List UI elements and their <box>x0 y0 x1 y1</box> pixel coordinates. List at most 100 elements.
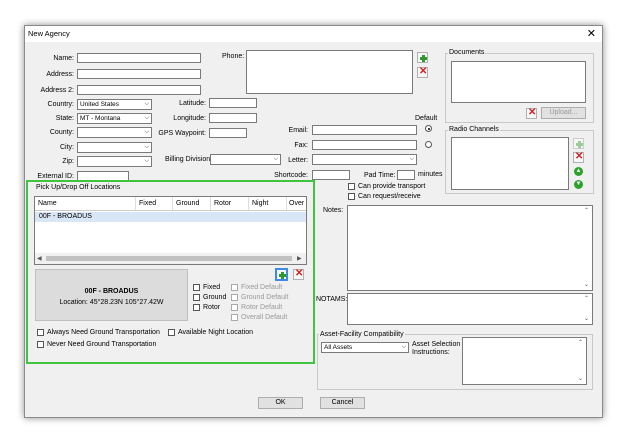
pickup-label: Pick Up/Drop Off Locations <box>36 184 121 191</box>
asset-select[interactable]: All Assets ⌵ <box>321 342 409 353</box>
pad-time-label: Pad Time: <box>364 172 396 179</box>
scroll-down-icon[interactable]: ⌄ <box>584 281 589 288</box>
night-location-checkbox[interactable] <box>168 329 175 336</box>
state-select[interactable]: MT - Montana ⌵ <box>77 113 152 124</box>
fax-input[interactable] <box>312 140 417 150</box>
col-divider <box>135 197 136 210</box>
chevron-down-icon: ⌵ <box>144 101 149 107</box>
notams-textarea[interactable] <box>347 293 593 325</box>
col-ground: Ground <box>176 200 200 207</box>
address2-label: Address 2: <box>40 87 74 94</box>
phone-list[interactable] <box>246 50 413 94</box>
notams-label: NOTAMS: <box>316 296 348 303</box>
gps-waypoint-input[interactable] <box>209 128 247 138</box>
never-ground-label: Never Need Ground Transportation <box>47 341 157 348</box>
latitude-input[interactable] <box>209 98 257 108</box>
scroll-up-icon[interactable]: ⌃ <box>584 295 589 302</box>
col-divider <box>210 197 211 210</box>
remove-phone-button[interactable]: ✕ <box>417 66 428 78</box>
close-icon[interactable]: ✕ <box>587 27 596 40</box>
pickup-table-header: Name Fixed Ground Rotor Night Over <box>35 197 306 211</box>
email-default-radio[interactable] <box>425 125 432 132</box>
pad-time-input[interactable] <box>397 170 415 180</box>
name-label: Name: <box>53 55 74 62</box>
zip-select[interactable]: ⌵ <box>77 156 152 167</box>
radio-channels-label: Radio Channels <box>448 126 500 133</box>
add-location-button[interactable] <box>275 268 288 281</box>
add-radio-channel-button[interactable] <box>573 138 584 149</box>
rotor-default-checkbox[interactable] <box>231 304 238 311</box>
move-up-icon[interactable]: ▲ <box>574 167 583 176</box>
fixed-default-label: Fixed Default <box>241 284 283 291</box>
letter-label: Letter: <box>288 157 308 164</box>
plus-icon <box>420 55 427 62</box>
chevron-down-icon: ⌵ <box>144 144 149 150</box>
row-name: 00F - BROADUS <box>39 213 92 220</box>
letter-select[interactable]: ⌵ <box>312 154 417 165</box>
plus-icon <box>279 272 286 279</box>
country-label: Country: <box>47 101 74 108</box>
ground-default-checkbox[interactable] <box>231 294 238 301</box>
email-input[interactable] <box>312 125 417 135</box>
longitude-input[interactable] <box>209 113 257 123</box>
scroll-down-icon[interactable]: ⌄ <box>584 315 589 322</box>
scroll-left-icon[interactable]: ◀ <box>37 255 42 262</box>
remove-location-button[interactable]: ✕ <box>293 268 304 280</box>
col-divider <box>286 197 287 210</box>
ok-button[interactable]: OK <box>258 397 303 409</box>
can-provide-transport-checkbox[interactable] <box>348 183 355 190</box>
overall-default-checkbox[interactable] <box>231 314 238 321</box>
delete-icon: ✕ <box>575 151 584 162</box>
location-detail-card: 00F - BROADUS Location: 45°28.23N 105°27… <box>35 269 188 321</box>
scroll-up-icon[interactable]: ⌃ <box>578 339 583 346</box>
zip-label: Zip: <box>62 158 74 165</box>
upload-button[interactable]: Upload... <box>541 107 586 119</box>
scroll-right-icon[interactable]: ▶ <box>297 255 302 262</box>
table-row[interactable]: 00F - BROADUS <box>35 212 306 222</box>
county-label: County: <box>49 129 74 136</box>
chevron-down-icon: ⌵ <box>144 115 149 121</box>
always-ground-checkbox[interactable] <box>37 329 44 336</box>
city-select[interactable]: ⌵ <box>77 142 152 153</box>
address-input[interactable] <box>77 69 201 79</box>
country-select[interactable]: United States ⌵ <box>77 99 152 110</box>
documents-list[interactable] <box>451 61 586 103</box>
fixed-checkbox[interactable] <box>193 284 200 291</box>
scrollbar-thumb[interactable] <box>46 256 292 261</box>
county-select[interactable]: ⌵ <box>77 127 152 138</box>
can-request-receive-checkbox[interactable] <box>348 193 355 200</box>
scroll-down-icon[interactable]: ⌄ <box>578 375 583 382</box>
fax-default-radio[interactable] <box>425 141 432 148</box>
phone-label: Phone: <box>222 53 245 60</box>
fixed-default-checkbox[interactable] <box>231 284 238 291</box>
ground-checkbox[interactable] <box>193 294 200 301</box>
asset-select-value: All Assets <box>324 344 353 351</box>
delete-icon: ✕ <box>528 107 537 118</box>
remove-radio-channel-button[interactable]: ✕ <box>573 151 584 163</box>
notes-textarea[interactable] <box>347 205 593 291</box>
remove-document-button[interactable]: ✕ <box>526 107 537 119</box>
delete-icon: ✕ <box>295 268 304 279</box>
chevron-down-icon: ⌵ <box>144 129 149 135</box>
radio-channels-list[interactable] <box>451 137 569 190</box>
rotor-label: Rotor <box>203 304 221 311</box>
fixed-label: Fixed <box>203 284 221 291</box>
cancel-button[interactable]: Cancel <box>320 397 365 409</box>
never-ground-checkbox[interactable] <box>37 341 44 348</box>
asset-instructions-textarea[interactable] <box>462 337 587 385</box>
col-divider <box>248 197 249 210</box>
window-title: New Agency <box>28 29 70 38</box>
shortcode-input[interactable] <box>312 170 350 180</box>
title-bar: New Agency ✕ <box>25 26 602 42</box>
horizontal-scrollbar[interactable]: ◀ ▶ <box>35 253 306 264</box>
country-value: United States <box>80 101 120 108</box>
add-phone-button[interactable] <box>417 52 428 63</box>
rotor-checkbox[interactable] <box>193 304 200 311</box>
scroll-up-icon[interactable]: ⌃ <box>584 207 589 214</box>
ground-label: Ground <box>203 294 227 301</box>
ground-default-label: Ground Default <box>241 294 289 301</box>
move-down-icon[interactable]: ▼ <box>574 180 583 189</box>
longitude-label: Longitude: <box>173 115 206 122</box>
address2-input[interactable] <box>77 85 201 95</box>
name-input[interactable] <box>77 53 201 63</box>
